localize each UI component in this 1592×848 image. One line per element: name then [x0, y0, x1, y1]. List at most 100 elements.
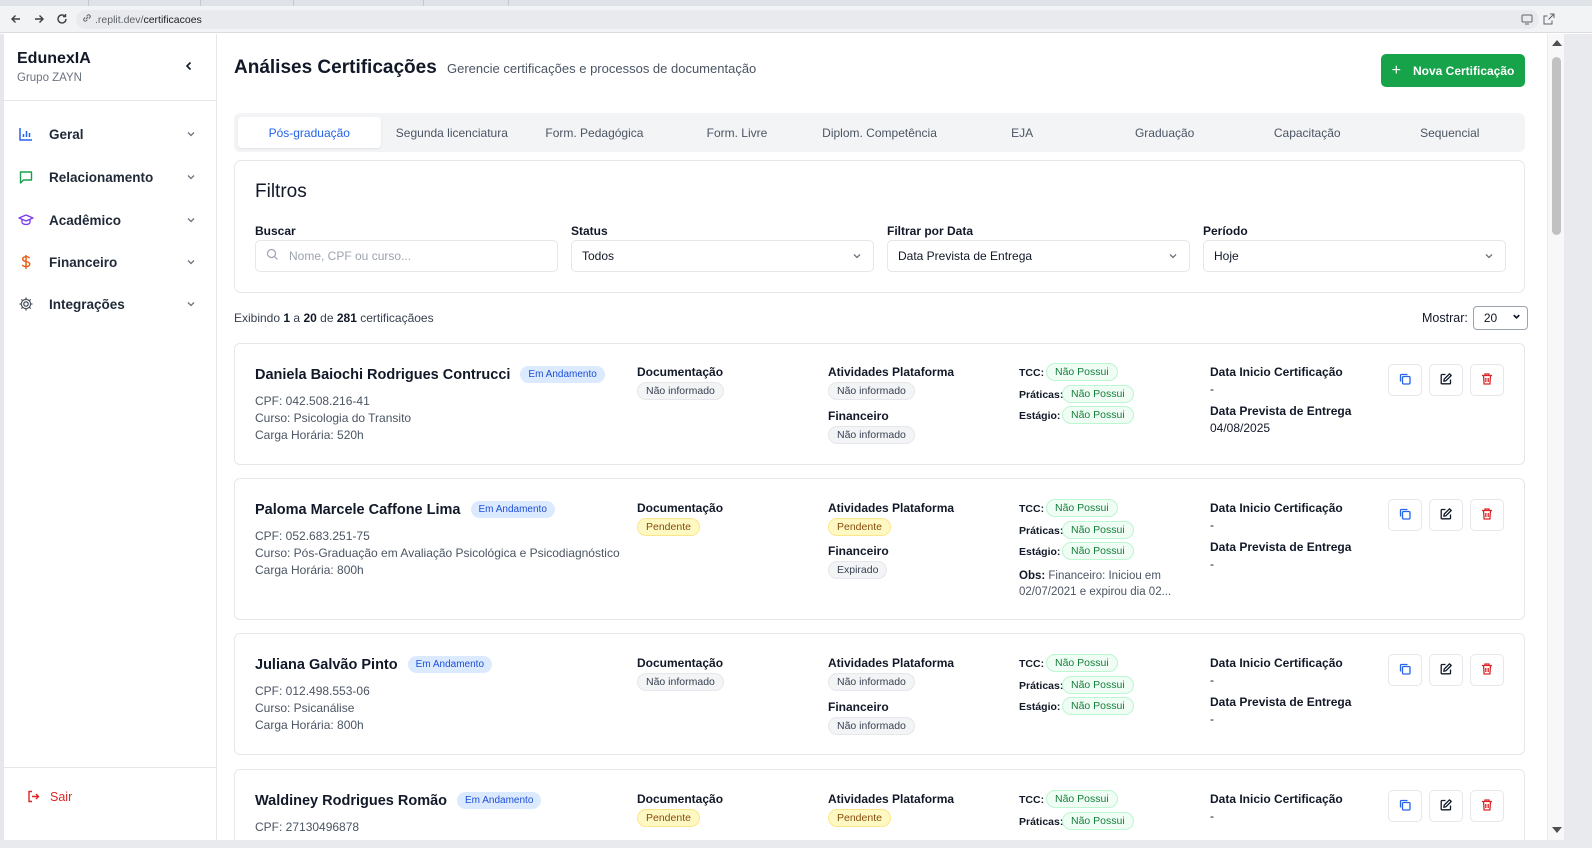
tab-sequencial[interactable]: Sequencial [1379, 117, 1522, 148]
student-info: CPF: 052.683.251-75 Curso: Pós-Graduação… [255, 528, 620, 579]
chevron-down-icon [185, 171, 197, 183]
student-cpf: CPF: 052.683.251-75 [255, 529, 370, 543]
financeiro-heading: Financeiro [828, 409, 889, 423]
sidebar-item-academico[interactable]: Acadêmico [17, 206, 197, 234]
data-prevista-heading: Data Prevista de Entrega [1210, 404, 1352, 418]
delete-button[interactable] [1470, 790, 1504, 822]
atividades-heading: Atividades Plataforma [828, 656, 955, 670]
sidebar-item-relacionamento[interactable]: Relacionamento [17, 163, 197, 191]
new-certification-button[interactable]: + Nova Certificação [1381, 54, 1525, 87]
atividades-badge: Pendente [828, 809, 891, 827]
summary-to: 20 [303, 311, 317, 325]
sidebar-item-label: Geral [49, 126, 84, 142]
chevron-down-icon [1483, 250, 1495, 262]
sidebar-item-integracoes[interactable]: Integrações [17, 290, 197, 318]
address-bar[interactable]: .replit.dev/certificacoes [76, 10, 1539, 29]
summary-a: a [293, 311, 301, 325]
edit-button[interactable] [1429, 654, 1463, 686]
results-summary: Exibindo 1 a 20 de 281 certificaçãoes [234, 311, 434, 325]
scrollbar-thumb[interactable] [1552, 57, 1561, 235]
logout-label: Sair [50, 789, 73, 804]
tcc-label: TCC: [1019, 367, 1045, 379]
copy-button[interactable] [1388, 654, 1422, 686]
copy-icon [1398, 507, 1412, 524]
praticas-label: Práticas: [1019, 525, 1064, 537]
delete-button[interactable] [1470, 499, 1504, 531]
url-host: .replit.dev/ [95, 13, 144, 26]
atividades-heading: Atividades Plataforma [828, 792, 955, 806]
summary-de: de [320, 311, 334, 325]
collapse-sidebar-button[interactable] [182, 59, 196, 73]
financeiro-badge: Expirado [828, 561, 888, 579]
edit-icon [1439, 662, 1453, 679]
brand: EdunexIA Grupo ZAYN [17, 50, 91, 84]
vertical-scrollbar[interactable] [1547, 34, 1564, 840]
copy-button[interactable] [1388, 790, 1422, 822]
page-size-select[interactable]: 20 [1472, 306, 1528, 330]
copy-button[interactable] [1388, 364, 1422, 396]
trash-icon [1480, 798, 1494, 815]
student-workload: Carga Horária: 800h [255, 718, 364, 732]
tab-form-pedagogica[interactable]: Form. Pedagógica [523, 117, 666, 148]
period-value: Hoje [1214, 249, 1239, 263]
sidebar-item-financeiro[interactable]: Financeiro [17, 248, 197, 276]
divider [4, 767, 216, 768]
status-badge: Em Andamento [457, 792, 542, 809]
url-path: certificacoes [143, 13, 202, 26]
chevron-down-icon [1167, 250, 1179, 262]
edit-button[interactable] [1429, 499, 1463, 531]
sidebar-item-geral[interactable]: Geral [17, 120, 197, 148]
new-certification-label: Nova Certificação [1412, 63, 1515, 78]
documentacao-heading: Documentação [637, 656, 724, 670]
reload-icon[interactable] [54, 11, 70, 27]
search-input[interactable]: Nome, CPF ou curso... [255, 240, 558, 272]
tab-form-livre[interactable]: Form. Livre [666, 117, 809, 148]
trash-icon [1480, 662, 1494, 679]
tab-capacitacao[interactable]: Capacitação [1236, 117, 1379, 148]
divider [4, 100, 216, 101]
open-external-icon[interactable] [1542, 12, 1556, 26]
scroll-down-icon[interactable] [1552, 827, 1562, 833]
student-info: CPF: 27130496878 [255, 819, 359, 836]
observation: Obs: Financeiro: Iniciou em 02/07/2021 e… [1019, 568, 1179, 600]
copy-button[interactable] [1388, 499, 1422, 531]
period-filter: Período Hoje [1203, 224, 1506, 272]
scroll-up-icon[interactable] [1552, 40, 1562, 46]
tcc-badge: Não Possui [1046, 499, 1118, 517]
forward-icon[interactable] [31, 11, 47, 27]
tab-eja[interactable]: EJA [951, 117, 1094, 148]
data-inicio-value: - [1210, 673, 1214, 687]
status-select[interactable]: Todos [571, 240, 874, 272]
delete-button[interactable] [1470, 364, 1504, 396]
filters-panel: Filtros Buscar Nome, CPF ou curso... Sta… [234, 160, 1525, 293]
site-info-icon[interactable] [82, 13, 92, 26]
sidebar-item-label: Relacionamento [49, 169, 154, 185]
tcc-badge: Não Possui [1046, 654, 1118, 672]
student-info: CPF: 012.498.553-06 Curso: Psicanálise C… [255, 683, 370, 734]
logout-button[interactable]: Sair [26, 789, 72, 804]
chevron-down-icon [1511, 311, 1522, 325]
praticas-badge: Não Possui [1062, 676, 1134, 694]
atividades-badge: Não informado [828, 382, 915, 400]
financeiro-badge: Não informado [828, 717, 915, 735]
tab-pos-graduacao[interactable]: Pós-graduação [238, 117, 381, 148]
delete-button[interactable] [1470, 654, 1504, 686]
dollar-sign-icon [17, 253, 35, 271]
cast-icon[interactable] [1520, 12, 1534, 26]
trash-icon [1480, 507, 1494, 524]
date-filter-select[interactable]: Data Prevista de Entrega [887, 240, 1190, 272]
tab-segunda-licenciatura[interactable]: Segunda licenciatura [381, 117, 524, 148]
period-select[interactable]: Hoje [1203, 240, 1506, 272]
back-icon[interactable] [8, 11, 24, 27]
sidebar-item-label: Financeiro [49, 254, 118, 270]
sidebar-item-label: Integrações [49, 296, 125, 312]
edit-button[interactable] [1429, 790, 1463, 822]
praticas-badge: Não Possui [1062, 521, 1134, 539]
tab-diplom-competencia[interactable]: Diplom. Competência [808, 117, 951, 148]
brand-name: EdunexIA [17, 50, 91, 67]
edit-button[interactable] [1429, 364, 1463, 396]
student-course: Curso: Psicologia do Transito [255, 411, 412, 425]
search-filter: Buscar Nome, CPF ou curso... [255, 224, 558, 272]
estagio-badge: Não Possui [1062, 406, 1134, 424]
tab-graduacao[interactable]: Graduação [1093, 117, 1236, 148]
